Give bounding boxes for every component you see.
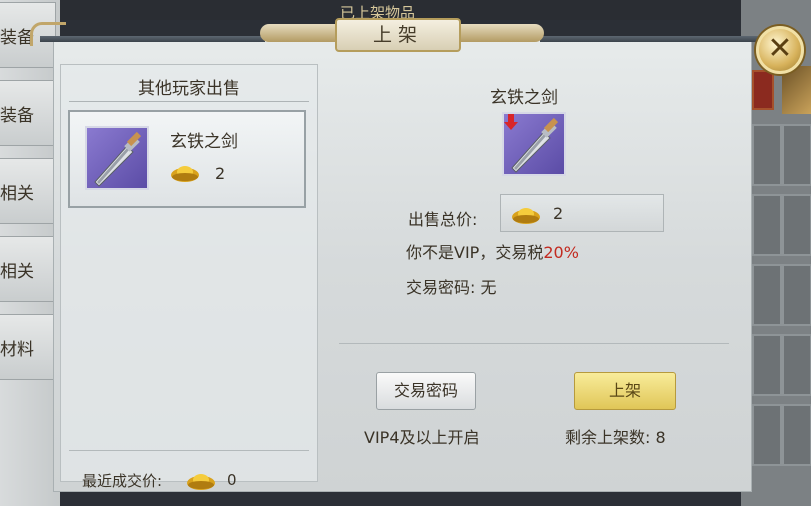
divider (69, 101, 309, 102)
other-players-panel: 其他玩家出售 玄铁之剑 2 最近成交价: 0 (60, 64, 318, 490)
close-button[interactable]: ✕ (756, 26, 804, 74)
other-players-title: 其他玩家出售 (138, 79, 240, 99)
bag-item-gold[interactable] (782, 66, 811, 114)
header-bar (40, 36, 265, 42)
remaining-label: 剩余上架数: (565, 428, 651, 447)
list-button[interactable]: 上架 (574, 372, 676, 410)
bag-slot[interactable] (782, 264, 811, 326)
bag-slot[interactable] (752, 334, 782, 396)
bag-slot[interactable] (752, 194, 782, 256)
total-price-input[interactable]: 2 (500, 194, 664, 232)
header-ornament (30, 22, 66, 46)
recent-price-label: 最近成交价: (82, 472, 163, 490)
trade-password-status: 交易密码: 无 (406, 274, 497, 298)
gold-ingot-icon (512, 208, 540, 224)
divider (69, 450, 309, 451)
list-item-dialog: 其他玩家出售 玄铁之剑 2 最近成交价: 0 玄铁之剑 出售总价: 2 你不是V… (53, 36, 752, 492)
tax-rate: 20% (543, 243, 579, 262)
background-tab-label: 装备 (0, 106, 34, 126)
close-icon: ✕ (767, 31, 793, 66)
total-price-value: 2 (553, 204, 564, 223)
header-bar (540, 36, 762, 42)
password-label: 交易密码: (406, 278, 476, 297)
password-vip-note: VIP4及以上开启 (364, 428, 480, 447)
background-tab-related-2[interactable]: 相关 (0, 236, 56, 302)
listing-item-name: 玄铁之剑 (170, 132, 238, 152)
bag-slot[interactable] (782, 404, 811, 466)
gold-ingot-icon (171, 166, 199, 182)
bag-item-red[interactable] (752, 70, 774, 110)
background-tab-related-1[interactable]: 相关 (0, 158, 56, 224)
background-tab-label: 相关 (0, 184, 34, 204)
vip-notice-text: 你不是VIP，交易税 (406, 243, 544, 262)
trade-password-button[interactable]: 交易密码 (376, 372, 476, 410)
bag-slot[interactable] (782, 194, 811, 256)
selected-item-icon[interactable] (502, 112, 566, 176)
background-tab-label: 装备 (0, 28, 34, 48)
background-tab-label: 材料 (0, 340, 34, 360)
background-tab-equip-2[interactable]: 装备 (0, 80, 56, 146)
background-tab-materials[interactable]: 材料 (0, 314, 56, 380)
recent-price-value: 0 (227, 471, 237, 489)
background-tab-label: 相关 (0, 262, 34, 282)
gold-ingot-icon (187, 474, 215, 490)
dialog-title: 上架 (335, 18, 461, 52)
remaining-listings: 剩余上架数: 8 (565, 424, 666, 448)
bag-slot[interactable] (782, 124, 811, 186)
bag-slot[interactable] (752, 404, 782, 466)
bag-slot[interactable] (752, 124, 782, 186)
vip-tax-notice: 你不是VIP，交易税20% (406, 239, 579, 263)
bag-slot[interactable] (782, 334, 811, 396)
selected-item-name: 玄铁之剑 (490, 88, 558, 108)
password-value: 无 (480, 278, 497, 297)
header-ornament (448, 24, 544, 42)
bag-slot[interactable] (752, 264, 782, 326)
listing-price: 2 (215, 164, 226, 183)
remaining-value: 8 (655, 428, 666, 447)
divider (339, 343, 729, 344)
market-listing[interactable]: 玄铁之剑 2 (68, 110, 306, 208)
down-arrow-icon (504, 114, 518, 130)
total-price-label: 出售总价: (408, 210, 478, 229)
sword-icon (85, 126, 149, 190)
